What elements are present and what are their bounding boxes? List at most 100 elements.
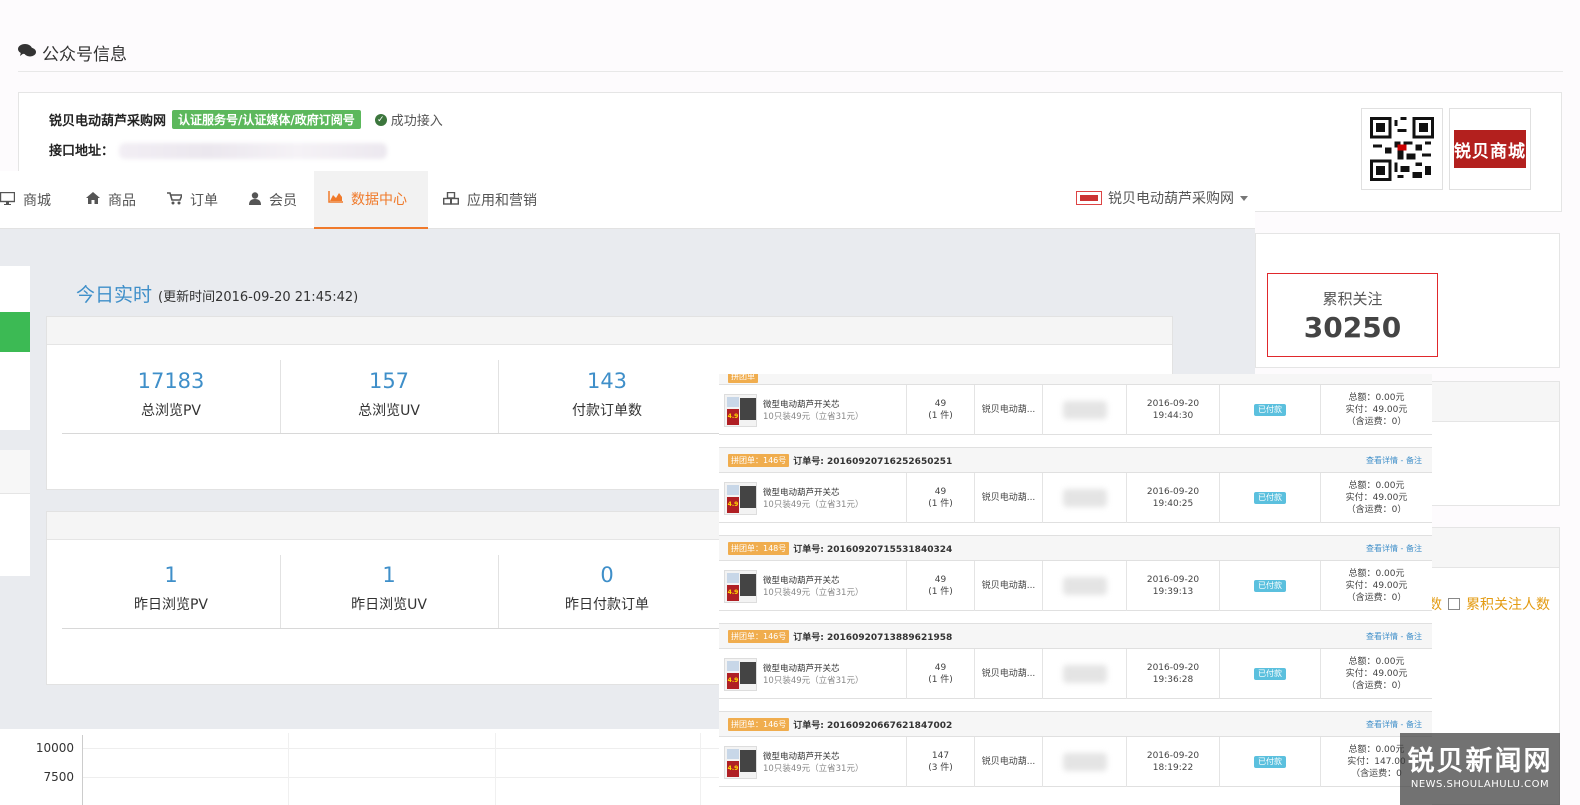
store-selector[interactable]: 锐贝电动葫芦采购网 xyxy=(1076,188,1248,208)
nav-item-goods[interactable]: 商品 xyxy=(86,171,136,229)
order-shop-cell: 锐贝电动葫... xyxy=(974,649,1042,699)
product-thumbnail[interactable]: 4.9 xyxy=(724,394,757,427)
buyer-redacted xyxy=(1062,577,1107,595)
user-icon xyxy=(249,191,261,209)
stat-yesterday-uv: 1 昨日浏览UV xyxy=(280,563,498,614)
qr-code xyxy=(1361,108,1443,190)
chart-gridline xyxy=(495,733,496,805)
group-order-tag: 拼团单：146号 xyxy=(728,717,790,731)
total-follow-value: 30250 xyxy=(1303,311,1402,344)
order-price-cell: 49 (1 件) xyxy=(906,649,974,699)
buyer-redacted xyxy=(1062,753,1107,771)
nav-item-data-center[interactable]: 数据中心 xyxy=(314,171,428,229)
order-date: 2016-09-20 xyxy=(1146,574,1200,585)
chart-tick-label: 7500 xyxy=(43,770,74,784)
chart-y-axis xyxy=(82,735,83,805)
stat-paid-orders: 143 付款订单数 xyxy=(498,369,716,420)
order-total: 总额：0.00元 xyxy=(1348,744,1405,755)
order-detail-link[interactable]: 查看详情 - 备注 xyxy=(1366,719,1422,730)
order-date: 2016-09-20 xyxy=(1146,486,1200,497)
order-buyer-cell xyxy=(1042,473,1126,523)
order-row: 4.9 微型电动葫芦开关芯 10只装49元（立省31元） 49 (1 件) 锐贝电动葫..… xyxy=(719,473,1432,523)
nav-item-mall[interactable]: 商城 xyxy=(0,171,51,229)
stat-label: 总浏览UV xyxy=(358,403,420,419)
product-desc: 10只装49元（立省31元） xyxy=(763,764,864,774)
order-time-cell: 2016-09-20 19:40:25 xyxy=(1126,473,1219,523)
product-name[interactable]: 微型电动葫芦开关芯 xyxy=(763,662,840,674)
legend-checkbox[interactable] xyxy=(1448,598,1460,610)
order-row: 4.9 微型电动葫芦开关芯 10只装49元（立省31元） 49 (1 件) 锐贝电动葫..… xyxy=(719,561,1432,611)
product-thumbnail[interactable]: 4.9 xyxy=(724,658,757,691)
order-shop-cell: 锐贝电动葫... xyxy=(974,473,1042,523)
order-amount-cell: 总额：0.00元 实付：49.00元 （含运费：0） xyxy=(1320,649,1432,699)
order-paid: 实付：49.00元 xyxy=(1345,492,1408,503)
paid-status-badge: 已付款 xyxy=(1254,491,1286,505)
nav-item-marketing[interactable]: 应用和营销 xyxy=(442,171,537,229)
order-total: 总额：0.00元 xyxy=(1348,568,1405,579)
product-name[interactable]: 微型电动葫芦开关芯 xyxy=(763,750,840,762)
verify-badge: 认证服务号/认证媒体/政府订阅号 xyxy=(172,110,361,129)
order-buyer-cell xyxy=(1042,385,1126,435)
stat-label: 昨日浏览PV xyxy=(133,597,209,613)
order-header: 拼团单：146号 订单号: 20160920667621847002 查看详情 - … xyxy=(719,711,1432,737)
order-qty: (1 件) xyxy=(928,675,953,685)
order-detail-link[interactable]: 查看详情 - 备注 xyxy=(1366,631,1422,642)
order-time-cell: 2016-09-20 19:36:28 xyxy=(1126,649,1219,699)
order-list: 拼团单 4.9 微型电动葫芦开关芯 10只装49元（立省31元） 49 (1 件) 锐贝电… xyxy=(719,374,1432,805)
order-freight: （含运费：0） xyxy=(1346,505,1407,516)
order-status-cell: 已付款 xyxy=(1219,737,1320,787)
nav-item-orders[interactable]: 订单 xyxy=(167,171,218,229)
stat-label: 昨日浏览UV xyxy=(351,597,427,613)
cart-icon xyxy=(167,191,184,209)
left-side-active-item[interactable] xyxy=(0,312,30,352)
order-shop-cell: 锐贝电动葫... xyxy=(974,737,1042,787)
stat-value: 1 xyxy=(164,563,178,587)
order-total: 总额：0.00元 xyxy=(1348,392,1405,403)
nav-item-members[interactable]: 会员 xyxy=(249,171,297,229)
order-shop: 锐贝电动葫... xyxy=(981,756,1036,767)
order-amount-cell: 总额：0.00元 实付：49.00元 （含运费：0） xyxy=(1320,561,1432,611)
product-thumbnail[interactable]: 4.9 xyxy=(724,570,757,603)
product-thumbnail[interactable]: 4.9 xyxy=(724,482,757,515)
realtime-header: 今日实时 (更新时间2016-09-20 21:45:42) xyxy=(76,280,358,307)
order-buyer-cell xyxy=(1042,649,1126,699)
nav-item-label: 数据中心 xyxy=(351,192,407,208)
order-buyer-cell xyxy=(1042,561,1126,611)
trend-chart xyxy=(0,729,720,805)
order-price-cell: 49 (1 件) xyxy=(906,385,974,435)
product-name[interactable]: 微型电动葫芦开关芯 xyxy=(763,574,840,586)
order-paid: 实付：49.00元 xyxy=(1345,404,1408,415)
product-thumbnail[interactable]: 4.9 xyxy=(724,746,757,779)
connect-status: ✓ 成功接入 xyxy=(374,110,443,129)
stat-value: 0 xyxy=(600,563,614,587)
stat-value: 157 xyxy=(368,369,410,393)
realtime-title: 今日实时 xyxy=(76,284,153,306)
order-total: 总额：0.00元 xyxy=(1348,480,1405,491)
total-follow-box: 累积关注 30250 xyxy=(1267,273,1438,357)
account-name-row: 锐贝电动葫芦采购网 认证服务号/认证媒体/政府订阅号 ✓ 成功接入 xyxy=(49,110,443,129)
order-status-cell: 已付款 xyxy=(1219,385,1320,435)
order-detail-link[interactable]: 查看详情 - 备注 xyxy=(1366,455,1422,466)
order-freight: （含运费：0 xyxy=(1351,769,1402,780)
order-date: 2016-09-20 xyxy=(1146,398,1200,409)
order-date: 2016-09-20 xyxy=(1146,750,1200,761)
order-qty: (1 件) xyxy=(928,411,953,421)
nav-item-label: 订单 xyxy=(190,193,218,209)
chart-gridline xyxy=(82,777,722,778)
brand-logo: 锐贝商城 xyxy=(1449,108,1531,190)
stat-yesterday-orders: 0 昨日付款订单 xyxy=(498,563,716,614)
legend-label: 累积关注人数 xyxy=(1466,597,1550,613)
order-header: 拼团单：146号 订单号: 20160920716252650251 查看详情 - … xyxy=(719,447,1432,473)
order-paid: 实付：49.00元 xyxy=(1345,580,1408,591)
order-number: 订单号: 20160920667621847002 xyxy=(793,720,953,731)
order-shop: 锐贝电动葫... xyxy=(981,404,1036,415)
stat-yesterday-pv: 1 昨日浏览PV xyxy=(62,563,280,614)
product-name[interactable]: 微型电动葫芦开关芯 xyxy=(763,398,840,410)
product-name[interactable]: 微型电动葫芦开关芯 xyxy=(763,486,840,498)
order-time: 19:36:28 xyxy=(1152,675,1194,685)
order-shop-cell: 锐贝电动葫... xyxy=(974,561,1042,611)
order-number: 订单号: 20160920715531840324 xyxy=(793,544,953,555)
stat-underline xyxy=(62,628,720,629)
order-number: 订单号: 20160920713889621958 xyxy=(793,632,953,643)
order-detail-link[interactable]: 查看详情 - 备注 xyxy=(1366,543,1422,554)
